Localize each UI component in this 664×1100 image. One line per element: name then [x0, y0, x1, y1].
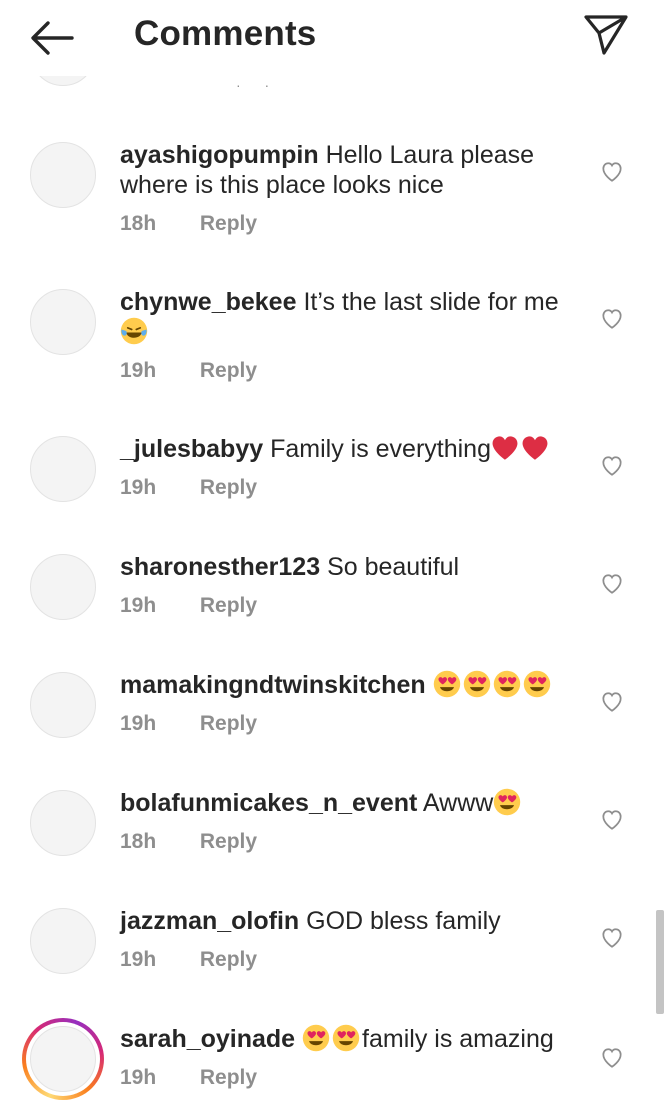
comment-meta: 19h Reply — [120, 359, 257, 383]
comment-text-block: _julesbabyy Family is everything — [120, 434, 570, 464]
comment-body: Family is everything — [270, 435, 491, 463]
comment-text-block: sharonesther123 So beautiful — [120, 552, 570, 582]
avatar[interactable] — [30, 436, 96, 502]
comment-meta: 19h Reply — [120, 594, 257, 618]
heart-like-icon[interactable] — [598, 1044, 626, 1070]
avatar — [30, 76, 96, 86]
comment-username[interactable]: ayashigopumpin — [120, 141, 319, 169]
reply-button[interactable]: Reply — [200, 712, 257, 735]
avatar[interactable] — [30, 790, 96, 856]
heart-eyes-icon — [302, 1024, 330, 1052]
comment-username[interactable]: chynwe_bekee — [120, 288, 297, 316]
comment-timestamp: 19h — [120, 359, 157, 382]
red-heart-icon — [491, 434, 519, 462]
reply-button[interactable]: Reply — [200, 212, 257, 235]
avatar[interactable] — [30, 908, 96, 974]
scrollbar[interactable] — [656, 910, 664, 1014]
heart-eyes-icon — [523, 670, 551, 698]
truncated-text: · · — [236, 77, 280, 93]
comment-body: It’s the last slide for me — [303, 288, 559, 316]
reply-button[interactable]: Reply — [200, 1066, 257, 1089]
avatar[interactable] — [30, 289, 96, 355]
page-title: Comments — [134, 14, 317, 53]
comment-text-block: jazzman_olofin GOD bless family — [120, 906, 570, 936]
heart-eyes-icon — [433, 670, 461, 698]
reply-button[interactable]: Reply — [200, 948, 257, 971]
comment-text-block: ayashigopumpin Hello Laura please where … — [120, 140, 570, 200]
heart-eyes-icon — [493, 788, 521, 816]
back-button[interactable] — [26, 18, 78, 58]
comment-meta: 19h Reply — [120, 1066, 257, 1090]
reply-button[interactable]: Reply — [200, 476, 257, 499]
heart-like-icon[interactable] — [598, 158, 626, 184]
comment-meta: 19h Reply — [120, 712, 257, 736]
comment-username[interactable]: jazzman_olofin — [120, 907, 299, 935]
comment-timestamp: 19h — [120, 948, 157, 971]
comment-body: family is amazing — [362, 1025, 554, 1053]
comment-timestamp: 19h — [120, 476, 157, 499]
share-button[interactable] — [582, 12, 630, 56]
comment-text-block: bolafunmicakes_n_event Awww — [120, 788, 570, 818]
comment-username[interactable]: _julesbabyy — [120, 435, 263, 463]
heart-like-icon[interactable] — [598, 688, 626, 714]
comment-username[interactable]: sarah_oyinade — [120, 1025, 295, 1053]
arrow-left-icon — [31, 21, 74, 55]
comment-timestamp: 19h — [120, 1066, 157, 1089]
heart-eyes-icon — [463, 670, 491, 698]
heart-eyes-icon — [493, 670, 521, 698]
heart-like-icon[interactable] — [598, 452, 626, 478]
comment-meta: 19h Reply — [120, 476, 257, 500]
comment-timestamp: 19h — [120, 712, 157, 735]
heart-like-icon[interactable] — [598, 806, 626, 832]
reply-button[interactable]: Reply — [200, 359, 257, 382]
avatar[interactable] — [30, 554, 96, 620]
comment-timestamp: 18h — [120, 212, 157, 235]
comment-username[interactable]: sharonesther123 — [120, 553, 320, 581]
header-bar: Comments — [0, 0, 664, 76]
heart-like-icon[interactable] — [598, 924, 626, 950]
story-avatar-ring[interactable] — [22, 1018, 104, 1100]
paper-plane-icon — [584, 15, 628, 55]
avatar — [30, 1026, 96, 1092]
reply-button[interactable]: Reply — [200, 830, 257, 853]
comment-text-block: mamakingndtwinskitchen — [120, 670, 570, 700]
comment-body: So beautiful — [327, 553, 460, 581]
heart-eyes-icon — [332, 1024, 360, 1052]
comment-timestamp: 18h — [120, 830, 157, 853]
comment-timestamp: 19h — [120, 594, 157, 617]
comment-username[interactable]: mamakingndtwinskitchen — [120, 671, 426, 699]
reply-button[interactable]: Reply — [200, 594, 257, 617]
face-with-tears-of-joy-icon — [120, 317, 148, 345]
comment-text-block: sarah_oyinade family is amazing — [120, 1024, 570, 1054]
red-heart-icon — [521, 434, 549, 462]
comment-meta: 18h Reply — [120, 212, 257, 236]
avatar[interactable] — [30, 142, 96, 208]
comment-body: GOD bless family — [306, 907, 501, 935]
comment-body: Awww — [422, 789, 494, 817]
heart-like-icon[interactable] — [598, 570, 626, 596]
comment-meta: 18h Reply — [120, 830, 257, 854]
heart-like-icon[interactable] — [598, 305, 626, 331]
avatar[interactable] — [30, 672, 96, 738]
previous-comment-partial: · · — [0, 76, 664, 96]
comment-username[interactable]: bolafunmicakes_n_event — [120, 789, 417, 817]
comment-meta: 19h Reply — [120, 948, 257, 972]
comment-text-block: chynwe_bekee It’s the last slide for me — [120, 287, 570, 347]
